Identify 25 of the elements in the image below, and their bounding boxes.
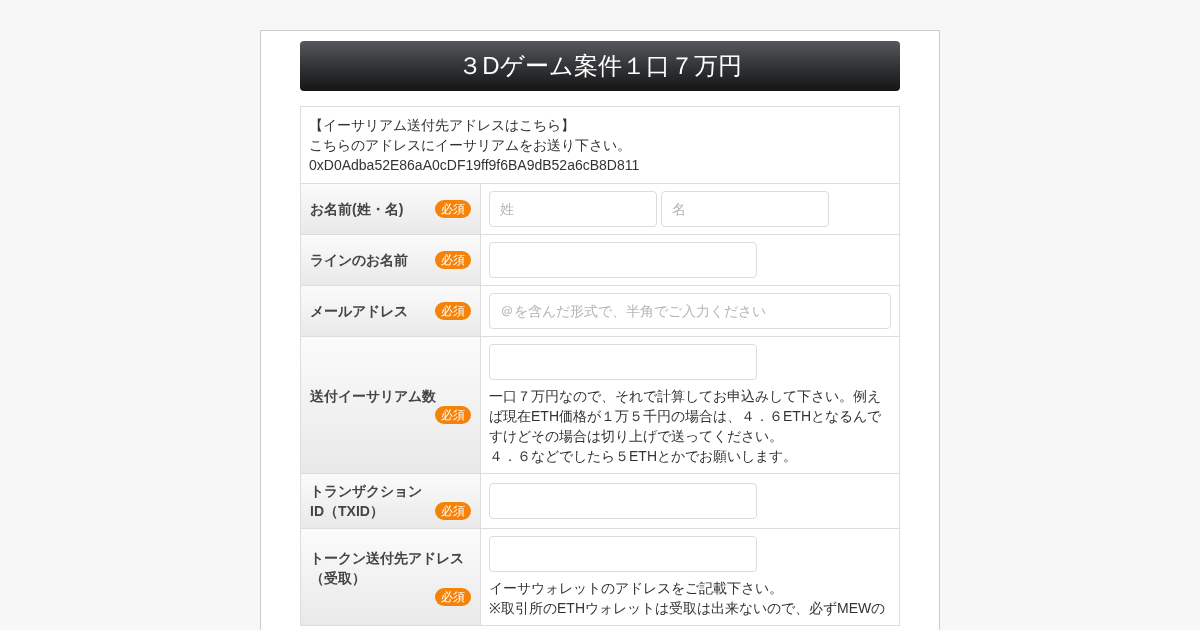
field-label: トークン送付先アドレス （受取） bbox=[310, 548, 464, 588]
field-label: トランザクション ID（TXID） bbox=[310, 482, 422, 521]
field-label: メールアドレス bbox=[310, 302, 408, 321]
field-note: 一口７万円なので、それで計算してお申込みして下さい。例えば現在ETH価格が１万５千円の場合は、４．６ETHとなるんですけどその場合は切り上げで送ってください。 ４．６などでしたら５ETHとかでお願いします。 bbox=[489, 387, 882, 466]
field-label: 送付イーサリアム数 bbox=[310, 386, 436, 406]
page-title: ３Dゲーム案件１口７万円 bbox=[300, 41, 900, 91]
wallet-address: 0xD0Adba52E86aA0cDF19ff9f6BA9dB52a6cB8D811 bbox=[309, 156, 641, 175]
required-badge: 必須 bbox=[435, 200, 471, 218]
required-badge: 必須 bbox=[435, 302, 471, 320]
input-field[interactable] bbox=[489, 344, 757, 380]
required-badge: 必須 bbox=[435, 405, 471, 424]
input-field[interactable] bbox=[489, 483, 757, 519]
field-label: お名前(姓・名) bbox=[310, 200, 404, 219]
intro-text: こちらのアドレスにイーサリアムをお送り下さい。 bbox=[309, 136, 632, 155]
input-field[interactable]: 姓 bbox=[489, 191, 657, 227]
required-badge: 必須 bbox=[435, 251, 471, 269]
field-note: イーサウォレットのアドレスをご記載下さい。 ※取引所のETHウォレットは受取は出来ないので、必ずMEWの bbox=[489, 579, 887, 618]
input-field[interactable]: 名 bbox=[661, 191, 829, 227]
required-badge: 必須 bbox=[435, 502, 471, 520]
input-field[interactable] bbox=[489, 242, 757, 278]
input-field[interactable] bbox=[489, 536, 757, 572]
intro-heading: 【イーサリアム送付先アドレスはこちら】 bbox=[309, 116, 576, 135]
field-label: ラインのお名前 bbox=[310, 251, 408, 270]
required-badge: 必須 bbox=[435, 587, 471, 606]
input-field[interactable]: ＠を含んだ形式で、半角でご入力ください bbox=[489, 293, 891, 329]
